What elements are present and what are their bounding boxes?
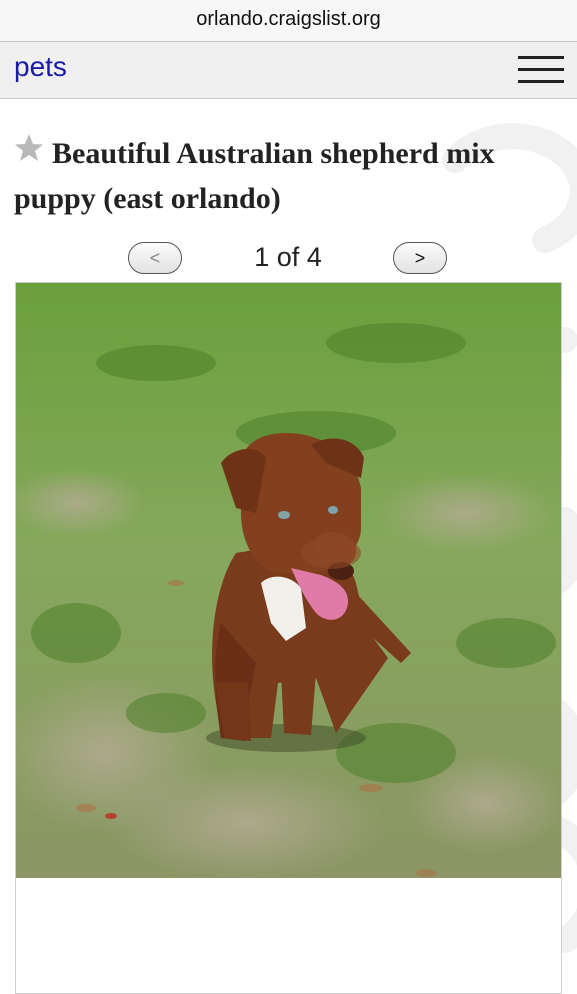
image-frame	[15, 282, 562, 994]
star-icon[interactable]	[14, 133, 44, 163]
image-counter: 1 of 4	[254, 242, 322, 272]
image-pager: < 1 of 4 >	[0, 240, 577, 280]
posting-title-row: Beautiful Australian shepherd mix puppy …	[14, 131, 562, 221]
puppy-photo[interactable]	[16, 283, 561, 878]
previous-image-button[interactable]: <	[128, 242, 182, 274]
browser-url-text: orlando.craigslist.org	[196, 8, 381, 30]
browser-url-bar[interactable]: orlando.craigslist.org	[0, 0, 577, 41]
next-image-button[interactable]: >	[393, 242, 447, 274]
posting-title: Beautiful Australian shepherd mix puppy …	[14, 137, 495, 215]
hamburger-menu-icon[interactable]	[518, 56, 564, 84]
category-link-pets[interactable]: pets	[14, 51, 67, 83]
top-navigation-bar: pets	[0, 41, 577, 99]
